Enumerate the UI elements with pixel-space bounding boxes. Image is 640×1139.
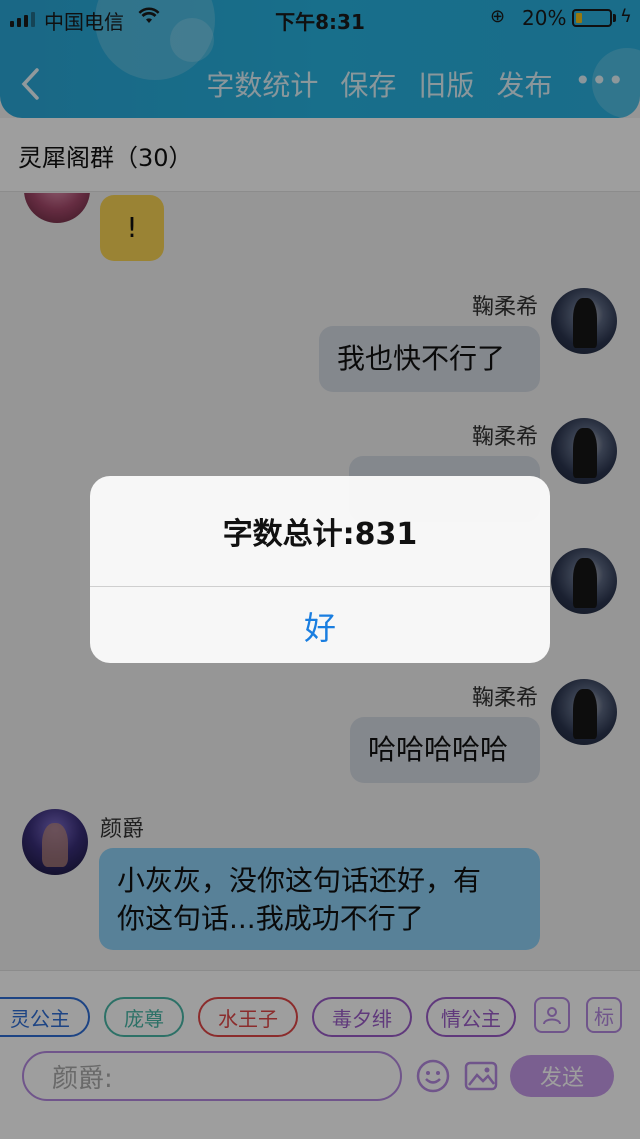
alert-ok-button[interactable]: 好 xyxy=(90,588,550,663)
alert-dialog: 字数总计:831 好 xyxy=(90,476,550,663)
alert-message: 字数总计:831 xyxy=(90,476,550,587)
